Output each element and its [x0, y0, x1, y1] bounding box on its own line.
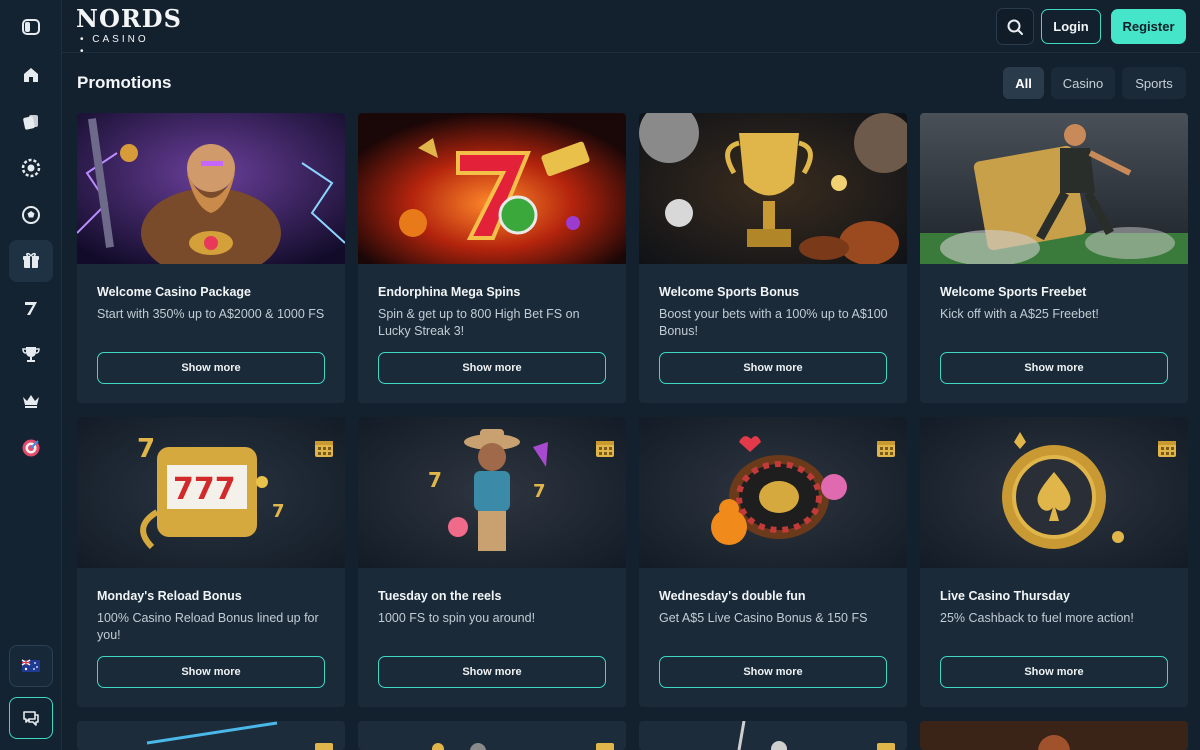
show-more-button[interactable]: Show more: [659, 656, 887, 688]
promo-card-partial[interactable]: [639, 721, 907, 750]
gold-trophy-image: [639, 113, 907, 264]
vip-crown-icon[interactable]: [9, 380, 53, 422]
promo-description: 25% Cashback to fuel more action!: [940, 611, 1134, 625]
svg-text:7: 7: [272, 501, 285, 522]
promotions-gift-icon[interactable]: [9, 240, 53, 282]
promo-description: 100% Casino Reload Bonus lined up for yo…: [97, 611, 319, 642]
filter-casino-tab[interactable]: Casino: [1051, 67, 1115, 99]
promo-card-partial[interactable]: [920, 721, 1188, 750]
logo-wordmark: NORDS: [76, 4, 182, 33]
promo-description: Get A$5 Live Casino Bonus & 150 FS: [659, 611, 868, 625]
calendar-icon: [877, 743, 895, 750]
promo-card[interactable]: Welcome Sports Freebet Kick off with a A…: [920, 113, 1188, 403]
svg-text:7: 7: [533, 481, 546, 502]
show-more-button[interactable]: Show more: [940, 656, 1168, 688]
promo-card[interactable]: 777 7 7 Monday's Reload Bonus 100% Casin…: [77, 417, 345, 707]
promo-card[interactable]: Welcome Sports Bonus Boost your bets wit…: [639, 113, 907, 403]
promo-title: Welcome Sports Bonus: [659, 285, 800, 299]
promo-card-partial[interactable]: [358, 721, 626, 750]
tournaments-trophy-icon[interactable]: [9, 333, 53, 375]
promo-title: Wednesday's double fun: [659, 589, 806, 603]
calendar-icon: [1158, 441, 1176, 457]
nords-casino-logo[interactable]: NORDS • CASINO •: [76, 6, 181, 58]
register-button[interactable]: Register: [1111, 9, 1186, 44]
slots-seven-icon[interactable]: [9, 287, 53, 329]
page-title: Promotions: [77, 73, 172, 92]
sidebar: [0, 0, 62, 750]
roulette-wheel-image: [639, 417, 907, 568]
show-more-button[interactable]: Show more: [378, 656, 606, 688]
home-icon[interactable]: [9, 54, 53, 96]
promo-title: Welcome Sports Freebet: [940, 285, 1087, 299]
spade-chip-image: [920, 417, 1188, 568]
promo-description: Spin & get up to 800 High Bet FS on Luck…: [378, 307, 580, 338]
calendar-icon: [596, 743, 614, 750]
svg-text:7: 7: [137, 434, 155, 464]
login-button[interactable]: Login: [1041, 9, 1101, 44]
calendar-icon: [877, 441, 895, 457]
svg-text:777: 777: [173, 472, 236, 507]
promo-description: Boost your bets with a 100% up to A$100 …: [659, 307, 888, 338]
live-casino-chip-icon[interactable]: [9, 147, 53, 189]
promo-card[interactable]: 7 7 Tuesday on the reels 1000 FS to spin…: [358, 417, 626, 707]
calendar-icon: [315, 441, 333, 457]
promo-title: Monday's Reload Bonus: [97, 589, 242, 603]
promo-description: 1000 FS to spin you around!: [378, 611, 536, 625]
search-icon: [1007, 19, 1023, 35]
show-more-button[interactable]: Show more: [97, 656, 325, 688]
promo-card[interactable]: Welcome Casino Package Start with 350% u…: [77, 113, 345, 403]
casino-cards-icon[interactable]: [9, 101, 53, 143]
lucky-seven-fire-image: [358, 113, 626, 264]
show-more-button[interactable]: Show more: [940, 352, 1168, 384]
top-header: NORDS • CASINO • Login Register: [62, 0, 1200, 58]
promo-description: Start with 350% up to A$2000 & 1000 FS: [97, 307, 325, 321]
sports-ball-icon[interactable]: [9, 194, 53, 236]
calendar-icon: [315, 743, 333, 750]
filter-sports-tab[interactable]: Sports: [1122, 67, 1186, 99]
show-more-button[interactable]: Show more: [659, 352, 887, 384]
viking-warrior-image: [77, 113, 345, 264]
promo-card[interactable]: Endorphina Mega Spins Spin & get up to 8…: [358, 113, 626, 403]
logo-subtitle: • CASINO •: [80, 34, 149, 57]
svg-text:7: 7: [428, 468, 442, 492]
slot-machine-image: 777 7 7: [77, 417, 345, 568]
menu-toggle-icon[interactable]: [9, 6, 53, 48]
football-player-image: [920, 113, 1188, 264]
promo-title: Welcome Casino Package: [97, 285, 252, 299]
promo-title: Live Casino Thursday: [940, 589, 1070, 603]
promo-card[interactable]: Live Casino Thursday 25% Cashback to fue…: [920, 417, 1188, 707]
promo-description: Kick off with a A$25 Freebet!: [940, 307, 1099, 321]
calendar-icon: [596, 441, 614, 457]
cowboy-character-image: 7 7: [358, 417, 626, 568]
promo-card-partial[interactable]: [77, 721, 345, 750]
promo-card[interactable]: Wednesday's double fun Get A$5 Live Casi…: [639, 417, 907, 707]
promo-title: Tuesday on the reels: [378, 589, 502, 603]
show-more-button[interactable]: Show more: [97, 352, 325, 384]
app: NORDS • CASINO • Login Register Promotio…: [0, 0, 1200, 750]
promo-title: Endorphina Mega Spins: [378, 285, 521, 299]
chat-icon[interactable]: [9, 697, 53, 739]
filter-all-tab[interactable]: All: [1003, 67, 1044, 99]
show-more-button[interactable]: Show more: [378, 352, 606, 384]
language-flag-icon[interactable]: [9, 645, 53, 687]
search-button[interactable]: [996, 8, 1034, 45]
bonus-wheel-icon[interactable]: [9, 427, 53, 469]
